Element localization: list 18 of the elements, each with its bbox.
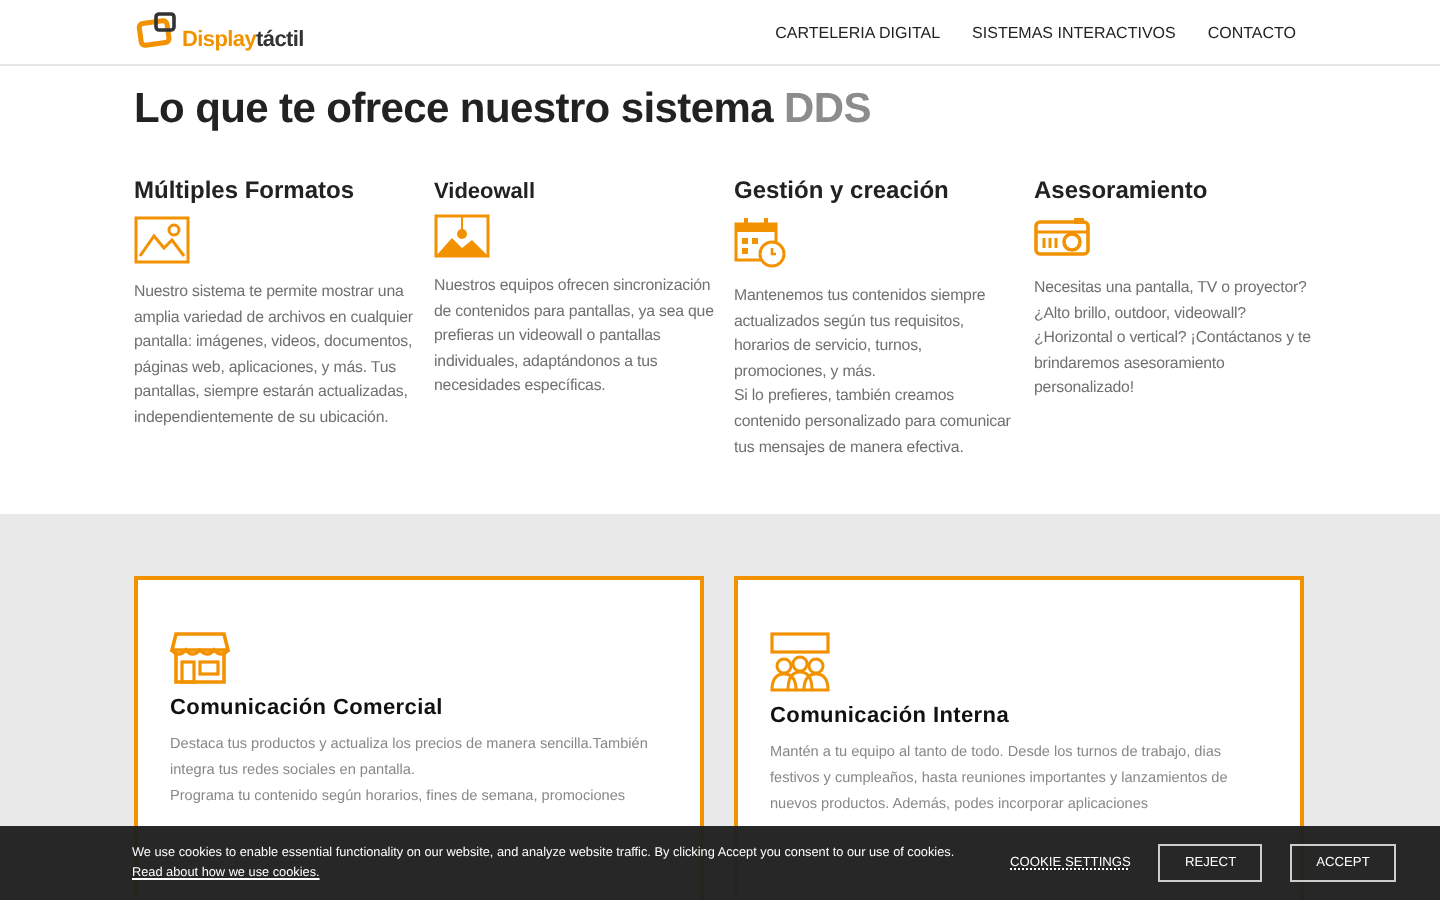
landscape-icon — [434, 214, 490, 258]
feature-title: Gestión y creación — [734, 176, 951, 204]
logo-icon — [136, 12, 180, 52]
nav-link[interactable]: CONTACTO — [1207, 23, 1296, 41]
image-icon — [134, 216, 190, 264]
feature-title: Videowall — [434, 180, 538, 204]
logo-text: Displaytáctil — [182, 28, 304, 52]
card-title: Comunicación Interna — [770, 704, 1012, 728]
feature-title: Múltiples Formatos — [134, 176, 357, 204]
section-heading: Lo que te ofrece nuestro sistema DDS — [134, 86, 873, 134]
storefront-icon — [170, 632, 230, 684]
nav-link[interactable]: CARTELERIA DIGITAL — [775, 23, 941, 41]
calendar-icon — [734, 216, 786, 268]
card-title: Comunicación Comercial — [170, 696, 445, 720]
projector-icon — [1034, 216, 1090, 260]
nav-link[interactable]: SISTEMAS INTERACTIVOS — [972, 23, 1176, 41]
team-icon — [770, 632, 830, 692]
feature-title: Asesoramiento — [1034, 176, 1210, 204]
